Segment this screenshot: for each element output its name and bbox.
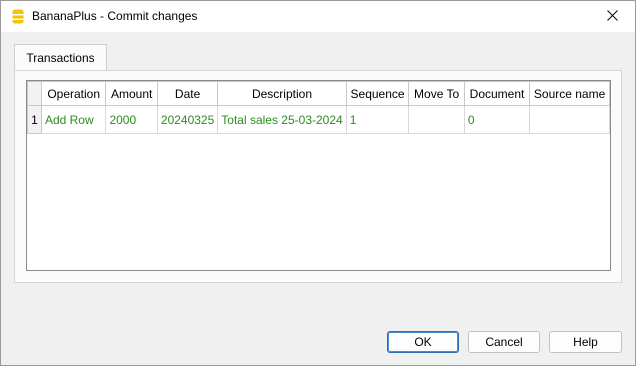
table-row[interactable]: 1 Add Row 2000 20240325 Total sales 25-0… — [27, 105, 610, 134]
header-row: Operation Amount Date Description Sequen… — [27, 81, 610, 106]
column-header-description[interactable]: Description — [217, 81, 347, 106]
cell-date[interactable]: 20240325 — [156, 105, 219, 134]
column-header-operation[interactable]: Operation — [40, 81, 107, 106]
changes-table[interactable]: Operation Amount Date Description Sequen… — [26, 80, 611, 271]
cell-move-to[interactable] — [408, 105, 465, 134]
window-title: BananaPlus - Commit changes — [32, 9, 198, 23]
row-number[interactable]: 1 — [27, 105, 42, 134]
tab-transactions[interactable]: Transactions — [14, 44, 107, 70]
cell-source-name[interactable] — [529, 105, 610, 134]
title-bar: BananaPlus - Commit changes — [1, 1, 635, 32]
cell-document[interactable]: 0 — [463, 105, 531, 134]
cancel-button[interactable]: Cancel — [468, 331, 540, 353]
tab-label: Transactions — [26, 50, 95, 65]
changes-grid: Operation Amount Date Description Sequen… — [27, 81, 610, 134]
commit-changes-dialog: BananaPlus - Commit changes Transactions — [0, 0, 636, 366]
close-button[interactable] — [589, 1, 635, 32]
column-header-document[interactable]: Document — [463, 81, 531, 106]
cell-operation[interactable]: Add Row — [40, 105, 107, 134]
cell-amount[interactable]: 2000 — [105, 105, 158, 134]
corner-cell[interactable] — [27, 81, 42, 106]
close-icon — [606, 9, 618, 24]
column-header-move-to[interactable]: Move To — [408, 81, 465, 106]
banana-plus-app-icon — [12, 9, 24, 24]
column-header-amount[interactable]: Amount — [105, 81, 158, 106]
column-header-sequence[interactable]: Sequence — [345, 81, 410, 106]
cell-sequence[interactable]: 1 — [345, 105, 410, 134]
cell-description[interactable]: Total sales 25-03-2024 — [217, 105, 347, 134]
transactions-panel: Operation Amount Date Description Sequen… — [14, 70, 622, 283]
help-button[interactable]: Help — [549, 331, 622, 353]
ok-button[interactable]: OK — [387, 331, 459, 353]
column-header-date[interactable]: Date — [156, 81, 219, 106]
column-header-source-name[interactable]: Source name — [529, 81, 610, 106]
